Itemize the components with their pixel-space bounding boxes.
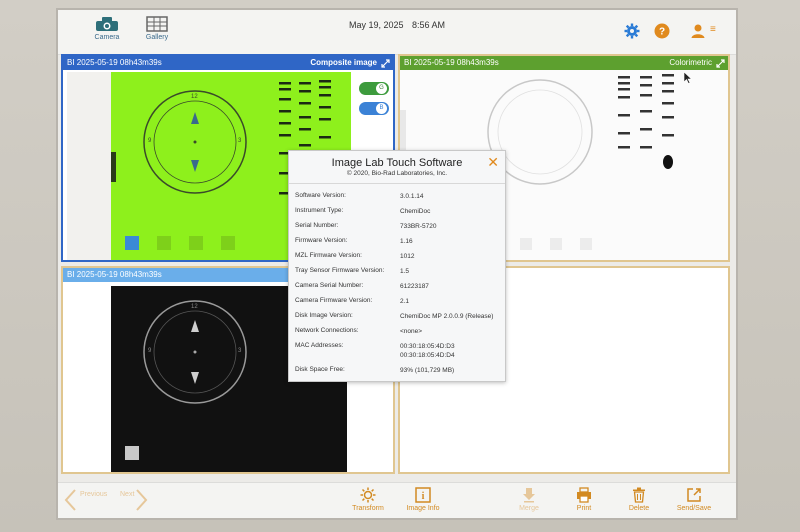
about-dialog: Image Lab Touch Software © 2020, Bio-Rad… (288, 150, 506, 382)
panel-mode-label: Colorimetric (669, 58, 712, 67)
clock-label-3: 3 (238, 138, 242, 144)
info-icon: i (415, 487, 431, 503)
merge-icon (523, 488, 535, 503)
gear-icon[interactable] (624, 23, 640, 39)
image-info-label: Image Info (406, 505, 440, 512)
delete-label: Delete (628, 505, 650, 512)
print-button[interactable]: Print (559, 485, 609, 512)
green-channel-toggle[interactable]: G (359, 82, 389, 95)
panel-header: BI 2025-05-19 08h43m39s Colorimetric (400, 56, 728, 70)
next-chevron-icon[interactable] (136, 489, 148, 511)
print-label: Print (576, 505, 592, 512)
dialog-divider (289, 183, 505, 184)
help-icon[interactable]: ? (654, 23, 670, 39)
previous-chevron-icon[interactable] (64, 489, 76, 511)
panel-image-label: BI 2025-05-19 08h43m39s (67, 270, 162, 279)
clock-label-9: 9 (148, 138, 152, 144)
dialog-copyright: © 2020, Bio-Rad Laboratories, Inc. (346, 170, 448, 177)
time-text: 8:56 AM (412, 20, 446, 30)
transform-button[interactable]: Transform (343, 485, 393, 512)
clock-label-12: 12 (191, 94, 198, 100)
send-save-label: Send/Save (676, 505, 712, 512)
mouse-cursor-icon (684, 72, 692, 84)
merge-label: Merge (519, 505, 539, 512)
transform-icon (360, 487, 376, 503)
touch-screen: Camera Gallery May 19, 2025 8:56 AM ? ≡ … (56, 8, 738, 520)
top-bar: Camera Gallery May 19, 2025 8:56 AM ? ≡ (58, 10, 736, 55)
blue-channel-toggle[interactable]: B (359, 102, 389, 115)
delete-button[interactable]: Delete (614, 485, 664, 512)
blue-toggle-knob: B (376, 103, 387, 114)
date-text: May 19, 2025 (348, 20, 404, 30)
merge-button[interactable]: Merge (504, 485, 554, 512)
gallery-label: Gallery (145, 34, 169, 41)
expand-icon[interactable] (716, 59, 725, 68)
panel-image-label: BI 2025-05-19 08h43m39s (67, 58, 162, 67)
camera-label: Camera (94, 34, 120, 41)
dialog-title: Image Lab Touch Software (331, 157, 463, 169)
green-toggle-knob: G (376, 83, 387, 94)
trash-icon (633, 487, 645, 503)
panel-header: BI 2025-05-19 08h43m39s Composite image (63, 56, 393, 70)
export-icon (687, 488, 701, 502)
transform-label: Transform (352, 505, 384, 512)
expand-icon[interactable] (381, 59, 390, 68)
bottom-toolbar: Previous Next Transform i Image Info Mer… (58, 482, 736, 518)
panel-image-label: BI 2025-05-19 08h43m39s (404, 58, 499, 67)
next-button[interactable]: Next (120, 491, 134, 498)
clock-label-9: 9 (148, 348, 152, 354)
panel-mode-label: Composite image (310, 58, 377, 67)
svg-text:i: i (422, 491, 425, 502)
image-info-button[interactable]: i Image Info (398, 485, 448, 512)
user-icon[interactable] (690, 23, 706, 39)
send-save-button[interactable]: Send/Save (669, 485, 719, 512)
user-menu-icon[interactable]: ≡ (710, 24, 716, 35)
print-icon (577, 487, 591, 503)
clock-label-12: 12 (191, 304, 198, 310)
close-icon[interactable]: ✕ (487, 154, 499, 171)
clock-label-3: 3 (238, 348, 242, 354)
previous-button[interactable]: Previous (80, 491, 107, 498)
svg-text:?: ? (659, 27, 665, 38)
